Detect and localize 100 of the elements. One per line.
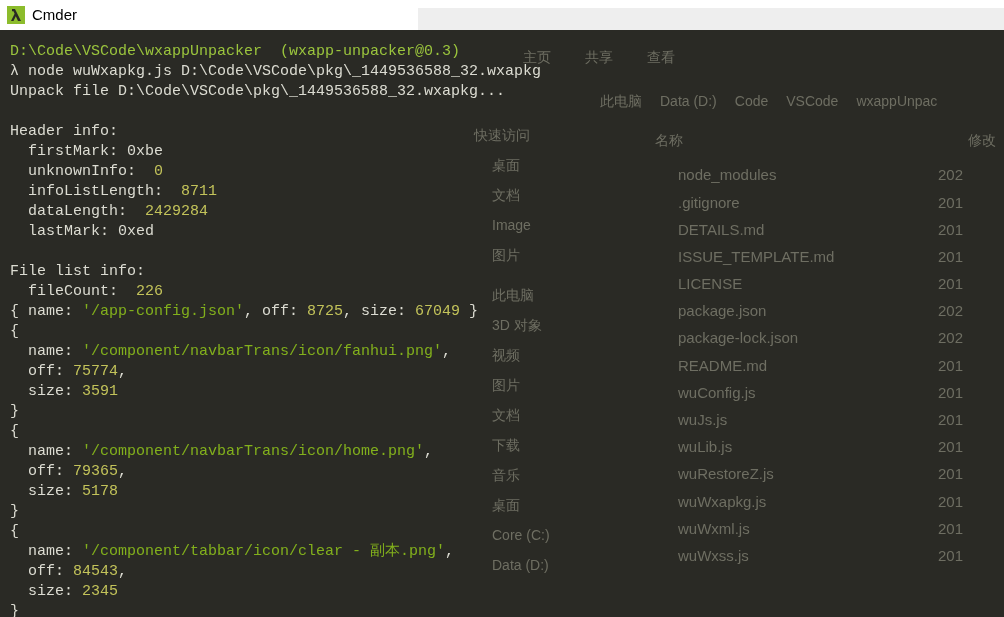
file-name[interactable]: .gitignore xyxy=(638,191,938,215)
terminal-text: name: xyxy=(27,543,74,560)
nav-item[interactable]: 文档 xyxy=(474,180,520,210)
lambda-app-icon xyxy=(7,6,25,24)
nav-item[interactable]: 图片 xyxy=(474,240,520,270)
file-date: 201 xyxy=(938,545,964,566)
terminal-text: , xyxy=(118,563,128,580)
terminal-text: off: xyxy=(27,563,65,580)
terminal-text: , xyxy=(442,343,452,360)
nav-item[interactable]: 文档 xyxy=(474,400,520,430)
nav-item[interactable]: 视频 xyxy=(474,340,520,370)
terminal-text: infoListLength: xyxy=(27,183,165,200)
breadcrumb-item[interactable]: VSCode xyxy=(786,90,839,112)
terminal-text: '/component/tabbar/icon/clear - 副本.png' xyxy=(82,543,446,560)
terminal-text: unknownInfo: xyxy=(27,163,138,180)
terminal-text: 226 xyxy=(136,283,164,300)
terminal-text: File list info: xyxy=(10,263,146,280)
file-name[interactable]: wuWxapkg.js xyxy=(638,490,938,514)
terminal-text: 2429284 xyxy=(145,203,209,220)
terminal-text: } xyxy=(10,403,19,420)
terminal-text: '/component/navbarTrans/icon/fanhui.png' xyxy=(82,343,443,360)
terminal-text: (wxapp-unpacker@0.3) xyxy=(279,43,461,60)
file-name[interactable]: ISSUE_TEMPLATE.md xyxy=(638,245,938,269)
nav-item[interactable]: 图片 xyxy=(474,370,520,400)
terminal-text: 8725 xyxy=(307,303,344,320)
terminal-text: Header info: xyxy=(10,123,119,140)
file-date: 201 xyxy=(938,382,964,403)
nav-item[interactable]: Image xyxy=(474,210,531,240)
file-name[interactable]: LICENSE xyxy=(638,273,938,296)
file-date: 201 xyxy=(938,410,964,431)
terminal-text: , xyxy=(118,363,128,380)
breadcrumb-item[interactable]: Code xyxy=(734,90,769,112)
column-header[interactable]: 名称 xyxy=(638,129,968,151)
terminal-text: { xyxy=(10,523,19,540)
terminal-text: size: xyxy=(27,583,74,600)
terminal-text: 2345 xyxy=(82,583,119,600)
terminal-text: name: xyxy=(27,443,74,460)
terminal-text: , off: xyxy=(244,303,300,320)
file-date: 201 xyxy=(938,518,964,539)
file-date: 201 xyxy=(938,219,964,240)
nav-item[interactable]: 下载 xyxy=(474,430,520,460)
file-date: 201 xyxy=(938,192,964,213)
terminal-text: 8711 xyxy=(181,183,218,200)
file-date: 201 xyxy=(938,464,964,485)
terminal-text: 5178 xyxy=(82,483,119,500)
file-name[interactable]: DETAILS.md xyxy=(638,218,938,242)
file-name[interactable]: wuConfig.js xyxy=(638,381,938,405)
file-name[interactable]: wuWxss.js xyxy=(638,544,938,568)
file-date: 202 xyxy=(938,165,964,186)
file-date: 201 xyxy=(938,246,964,267)
nav-item[interactable]: Core (C:) xyxy=(474,520,550,550)
terminal-text: , xyxy=(424,443,434,460)
file-name[interactable]: README.md xyxy=(638,354,938,378)
terminal-text: lastMark: 0xed xyxy=(27,223,155,240)
file-name[interactable]: node_modules xyxy=(638,164,938,187)
breadcrumb-item[interactable]: Data (D:) xyxy=(660,90,717,112)
nav-item[interactable]: 快速访问 xyxy=(474,120,530,150)
nav-item[interactable]: Data (D:) xyxy=(474,550,549,580)
terminal-text: 84543 xyxy=(73,563,119,580)
terminal-text: { name: xyxy=(10,303,74,320)
ribbon-tab[interactable]: 查看 xyxy=(647,47,675,80)
file-name[interactable]: package.json xyxy=(638,300,938,323)
terminal-text: { xyxy=(10,423,19,440)
file-name[interactable]: wuRestoreZ.js xyxy=(638,463,938,486)
terminal-text: 79365 xyxy=(73,463,119,480)
terminal-text: dataLength: xyxy=(27,203,129,220)
file-date: 201 xyxy=(938,491,964,512)
terminal-text: '/app-config.json' xyxy=(82,303,245,320)
terminal-text: 0 xyxy=(154,163,164,180)
ribbon-tab[interactable]: 共享 xyxy=(585,47,613,80)
terminal-text: , xyxy=(118,463,128,480)
file-name[interactable]: package-lock.json xyxy=(638,327,938,350)
terminal-text: , xyxy=(445,543,455,560)
terminal-text: Unpack file D:\Code\VSCode\pkg\_1449536588_32.wxapkg... xyxy=(10,83,506,100)
terminal-text: '/component/navbarTrans/icon/home.png' xyxy=(82,443,425,460)
terminal-text: off: xyxy=(27,463,65,480)
terminal-text: 67049 xyxy=(415,303,461,320)
breadcrumb-item[interactable]: wxappUnpac xyxy=(856,90,938,112)
file-date: 202 xyxy=(938,328,964,349)
file-date: 201 xyxy=(938,355,964,376)
terminal-text: name: xyxy=(27,343,74,360)
file-date: 201 xyxy=(938,437,964,458)
nav-item[interactable]: 桌面 xyxy=(474,490,520,520)
file-name[interactable]: wuLib.js xyxy=(638,436,938,459)
terminal-text: fileCount: xyxy=(27,283,120,300)
terminal-text: , size: xyxy=(343,303,408,320)
file-name[interactable]: wuWxml.js xyxy=(638,517,938,541)
terminal-text: 75774 xyxy=(73,363,119,380)
terminal-text: firstMark: 0xbe xyxy=(27,143,164,160)
window-title: Cmder xyxy=(32,4,77,25)
terminal-text: size: xyxy=(27,383,74,400)
nav-item[interactable]: 音乐 xyxy=(474,460,520,490)
terminal-text: λ node wuWxapkg.js D:\Code\VSCode\pkg\_1449536588_32.wxapkg xyxy=(10,63,542,80)
terminal-text: } xyxy=(10,503,19,520)
breadcrumb-item[interactable]: 此电脑 xyxy=(600,90,642,112)
file-name[interactable]: wuJs.js xyxy=(638,409,938,432)
terminal-text: size: xyxy=(27,483,74,500)
terminal-text: D:\Code\VSCode\wxappUnpacker xyxy=(10,43,263,60)
nav-item[interactable]: 桌面 xyxy=(474,150,520,180)
column-header[interactable]: 修改 xyxy=(968,129,996,151)
